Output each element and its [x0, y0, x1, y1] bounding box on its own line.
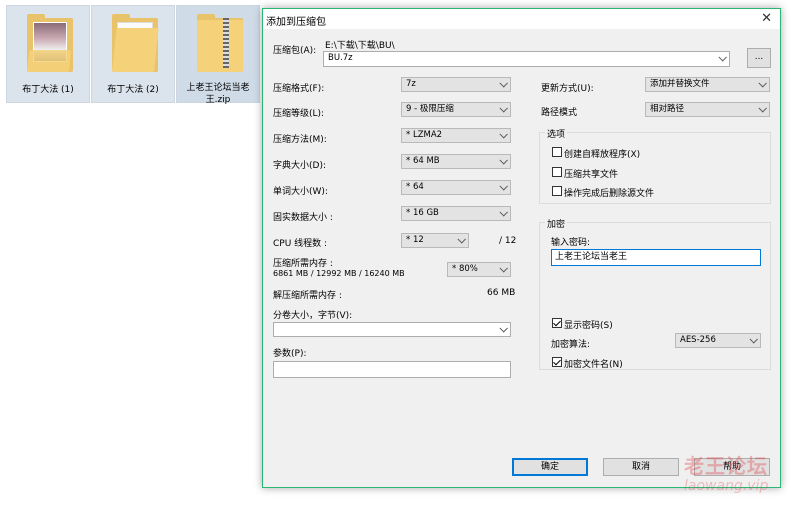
chevron-down-icon [458, 237, 465, 244]
enc-method-label: 加密算法: [551, 340, 591, 350]
mem-percent-value: * 80% [452, 264, 478, 274]
chevron-down-icon [759, 106, 766, 113]
chevron-down-icon [750, 337, 757, 344]
file-tile-1[interactable]: 布丁大法 (1) [6, 5, 90, 103]
chevron-down-icon [500, 132, 507, 139]
archive-label: 压缩包(A): [273, 46, 317, 56]
browse-button[interactable]: ... [747, 48, 771, 68]
dict-label: 字典大小(D): [273, 161, 326, 171]
zip-folder-icon [197, 14, 243, 72]
sfx-label: 创建自释放程序(X) [564, 150, 641, 160]
photo-folder-icon [27, 14, 73, 72]
cancel-button[interactable]: 取消 [603, 458, 679, 476]
solid-label: 固实数据大小 : [273, 213, 333, 223]
method-value: * LZMA2 [406, 130, 443, 140]
archive-name-value: BU.7z [328, 53, 353, 63]
chevron-down-icon [500, 106, 507, 113]
delete-source-label: 操作完成后删除源文件 [564, 189, 655, 199]
encrypt-names-checkbox[interactable] [552, 357, 562, 367]
word-value: * 64 [406, 182, 424, 192]
delete-source-checkbox[interactable] [552, 186, 562, 196]
archive-path: E:\下载\下载\BU\ [325, 41, 395, 51]
split-label: 分卷大小，字节(V): [273, 311, 353, 321]
folder-icon [112, 14, 159, 72]
file-tile-2[interactable]: 布丁大法 (2) [91, 5, 175, 103]
password-label: 输入密码: [551, 238, 591, 248]
close-icon[interactable]: ✕ [761, 11, 772, 26]
chevron-down-icon [500, 266, 507, 273]
password-input[interactable]: 上老王论坛当老王 [551, 249, 761, 266]
cpu-max: / 12 [499, 236, 517, 246]
split-combo[interactable] [273, 322, 511, 337]
update-value: 添加并替换文件 [650, 79, 710, 89]
ok-button[interactable]: 确定 [512, 458, 588, 476]
format-select[interactable]: 7z [401, 77, 511, 92]
mem-comp-detail: 6861 MB / 12992 MB / 16240 MB [273, 269, 405, 278]
chevron-down-icon [500, 81, 507, 88]
chevron-down-icon [500, 158, 507, 165]
format-value: 7z [406, 79, 416, 89]
format-label: 压缩格式(F): [273, 84, 325, 94]
watermark-url: laowang.vip [684, 478, 769, 494]
enc-method-value: AES-256 [680, 335, 716, 345]
file-label: 布丁大法 (2) [107, 85, 159, 95]
method-label: 压缩方法(M): [273, 135, 327, 145]
watermark-text: 老王论坛 [684, 454, 768, 478]
show-password-label: 显示密码(S) [564, 321, 613, 331]
word-label: 单词大小(W): [273, 187, 328, 197]
chevron-down-icon [500, 210, 507, 217]
show-password-checkbox[interactable] [552, 318, 562, 328]
chevron-down-icon [500, 326, 507, 333]
mem-decomp-value: 66 MB [487, 288, 516, 298]
archive-name-combo[interactable]: BU.7z [323, 51, 730, 67]
chevron-down-icon [500, 184, 507, 191]
sfx-checkbox[interactable] [552, 147, 562, 157]
level-label: 压缩等级(L): [273, 109, 325, 119]
title-bar[interactable]: 添加到压缩包 ✕ [263, 9, 780, 29]
cpu-select[interactable]: * 12 [401, 233, 469, 248]
cpu-label: CPU 线程数 : [273, 239, 328, 249]
file-label: 上老王论坛当老 [186, 83, 250, 93]
dict-value: * 64 MB [406, 156, 440, 166]
path-mode-label: 路径模式 [541, 108, 578, 118]
add-to-archive-dialog: 添加到压缩包 ✕ 压缩包(A): E:\下载\下载\BU\ BU.7z ... … [262, 8, 781, 488]
params-input[interactable] [273, 361, 511, 378]
shared-checkbox[interactable] [552, 167, 562, 177]
mem-comp-label: 压缩所需内存 : [273, 259, 333, 269]
mem-percent-select[interactable]: * 80% [447, 262, 511, 277]
dict-select[interactable]: * 64 MB [401, 154, 511, 169]
chevron-down-icon [719, 55, 726, 62]
encryption-title: 加密 [545, 217, 568, 230]
update-select[interactable]: 添加并替换文件 [645, 77, 770, 92]
method-select[interactable]: * LZMA2 [401, 128, 511, 143]
params-label: 参数(P): [273, 349, 307, 359]
file-label: 布丁大法 (1) [22, 85, 74, 95]
encrypt-names-label: 加密文件名(N) [564, 360, 623, 370]
path-mode-value: 相对路径 [650, 104, 685, 114]
path-mode-select[interactable]: 相对路径 [645, 102, 770, 117]
options-title: 选项 [545, 127, 568, 140]
word-select[interactable]: * 64 [401, 180, 511, 195]
mem-decomp-label: 解压缩所需内存 : [273, 291, 342, 301]
solid-select[interactable]: * 16 GB [401, 206, 511, 221]
chevron-down-icon [759, 81, 766, 88]
shared-label: 压缩共享文件 [564, 170, 619, 180]
dialog-title: 添加到压缩包 [266, 17, 326, 28]
level-select[interactable]: 9 - 极限压缩 [401, 102, 511, 117]
file-label: 王.zip [205, 95, 231, 105]
solid-value: * 16 GB [406, 208, 439, 218]
update-label: 更新方式(U): [541, 84, 594, 94]
file-tile-3[interactable]: 上老王论坛当老 王.zip [176, 5, 260, 105]
cpu-value: * 12 [406, 235, 424, 245]
level-value: 9 - 极限压缩 [406, 104, 454, 114]
enc-method-select[interactable]: AES-256 [675, 333, 761, 348]
